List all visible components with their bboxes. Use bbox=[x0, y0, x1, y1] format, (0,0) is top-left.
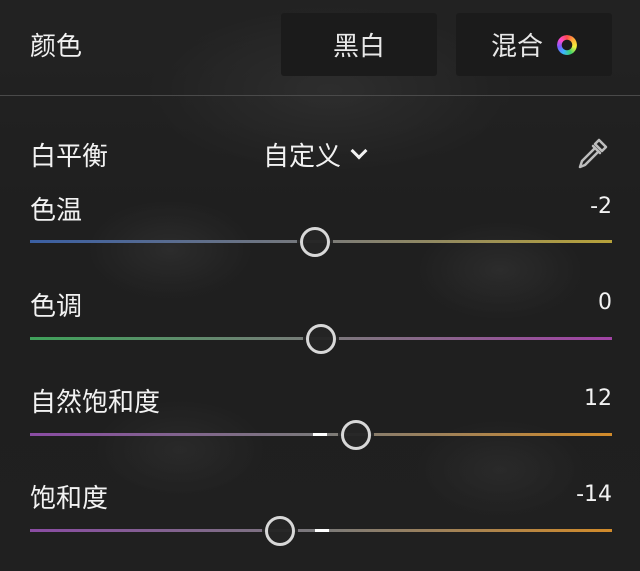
color-mix-label: 混合 bbox=[490, 32, 543, 62]
temperature-label: 色温 bbox=[30, 196, 83, 226]
white-balance-preset-value: 自定义 bbox=[263, 142, 342, 172]
tint-slider[interactable] bbox=[30, 323, 612, 354]
vibrance-label: 自然饱和度 bbox=[30, 388, 161, 418]
tint-value: 0 bbox=[598, 290, 612, 315]
black-white-button[interactable]: 黑白 bbox=[281, 13, 437, 76]
saturation-slider[interactable] bbox=[30, 515, 612, 546]
color-section-title: 颜色 bbox=[30, 32, 83, 62]
chevron-down-icon bbox=[350, 142, 368, 159]
black-white-label: 黑白 bbox=[332, 32, 385, 62]
temperature-slider[interactable] bbox=[30, 226, 612, 257]
center-mark bbox=[313, 433, 327, 436]
center-mark bbox=[315, 529, 329, 532]
vibrance-slider[interactable] bbox=[30, 419, 612, 450]
saturation-slider-thumb[interactable] bbox=[265, 515, 296, 546]
color-wheel-icon bbox=[557, 34, 577, 55]
white-balance-label: 白平衡 bbox=[30, 142, 109, 172]
white-balance-preset-dropdown[interactable]: 自定义 bbox=[263, 136, 368, 173]
temperature-slider-thumb[interactable] bbox=[300, 226, 331, 257]
saturation-label: 饱和度 bbox=[30, 484, 109, 514]
temperature-value: -2 bbox=[590, 194, 612, 219]
vibrance-slider-thumb[interactable] bbox=[340, 419, 371, 450]
vibrance-value: 12 bbox=[584, 386, 612, 411]
tint-slider-thumb[interactable] bbox=[306, 323, 336, 354]
tint-label: 色调 bbox=[30, 292, 83, 322]
saturation-value: -14 bbox=[576, 482, 612, 507]
eyedropper-icon[interactable] bbox=[574, 136, 610, 172]
divider bbox=[0, 95, 640, 96]
color-mix-button[interactable]: 混合 bbox=[456, 13, 612, 76]
